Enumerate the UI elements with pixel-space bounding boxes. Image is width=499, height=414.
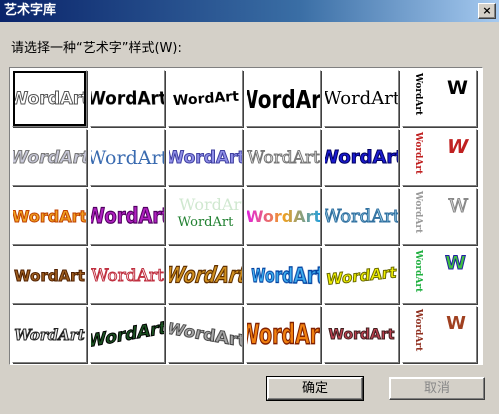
prompt-label: 请选择一种“艺术字”样式(W): bbox=[11, 41, 182, 56]
wordart-style-13[interactable]: WordArt bbox=[12, 188, 87, 245]
wordart-style-24[interactable]: WordArt W bbox=[402, 247, 477, 304]
wordart-style-14[interactable]: WordArt bbox=[90, 188, 165, 245]
wordart-style-28[interactable]: WordArt bbox=[246, 306, 321, 363]
wordart-style-1[interactable]: WordArt bbox=[12, 70, 87, 127]
wordart-style-26[interactable]: WordArt bbox=[90, 306, 165, 363]
wordart-style-22[interactable]: WordArt bbox=[246, 247, 321, 304]
style-preview: WordArt bbox=[324, 88, 399, 109]
style-preview: WordArt bbox=[14, 266, 86, 285]
close-button[interactable]: × bbox=[478, 3, 496, 19]
wordart-style-25[interactable]: WordArt bbox=[12, 306, 87, 363]
wordart-style-30[interactable]: WordArt W bbox=[402, 306, 477, 363]
wordart-style-8[interactable]: WordArt bbox=[90, 129, 165, 186]
wordart-style-18[interactable]: WordArt W bbox=[402, 188, 477, 245]
style-preview: WordArt bbox=[172, 88, 239, 109]
wordart-style-16[interactable]: WordArt bbox=[246, 188, 321, 245]
style-preview: WordArt bbox=[12, 88, 87, 109]
style-preview: WordArt bbox=[90, 146, 165, 169]
vertical-preview: WordArt bbox=[413, 250, 423, 293]
style-preview: WordArt bbox=[12, 147, 87, 168]
w-preview: W bbox=[447, 77, 468, 99]
title-bar: 艺术字库 × bbox=[0, 0, 499, 22]
style-preview: WordArt bbox=[324, 206, 399, 228]
window-title: 艺术字库 bbox=[4, 3, 57, 18]
style-preview: WordArt bbox=[12, 207, 87, 227]
style-preview: WordArt bbox=[168, 147, 243, 168]
vertical-preview: WordArt bbox=[413, 132, 423, 175]
style-preview: WordArt bbox=[247, 83, 321, 114]
wordart-style-20[interactable]: WordArt bbox=[90, 247, 165, 304]
style-preview: WordArt bbox=[251, 261, 321, 290]
wordart-style-4[interactable]: WordArt bbox=[246, 70, 321, 127]
wordart-style-12[interactable]: WordArt W bbox=[402, 129, 477, 186]
w-preview: W bbox=[444, 136, 471, 158]
wordart-gallery: WordArt WordArt WordArt WordArt WordArt … bbox=[9, 67, 483, 365]
wordart-style-21[interactable]: WordArt bbox=[168, 247, 243, 304]
style-preview: WordArt bbox=[325, 147, 398, 169]
wordart-style-3[interactable]: WordArt bbox=[168, 70, 243, 127]
style-preview: WordArt bbox=[325, 262, 398, 289]
style-preview: WordArt bbox=[91, 203, 164, 230]
wordart-style-15[interactable]: WordArt WordArt bbox=[168, 188, 243, 245]
wordart-style-23[interactable]: WordArt bbox=[324, 247, 399, 304]
style-preview: WordArt bbox=[247, 147, 320, 168]
wordart-style-5[interactable]: WordArt bbox=[324, 70, 399, 127]
style-preview: WordArt bbox=[90, 317, 165, 353]
style-preview: WordArt bbox=[328, 326, 395, 343]
vertical-preview: WordArt bbox=[413, 309, 423, 352]
wordart-style-11[interactable]: WordArt bbox=[324, 129, 399, 186]
w-preview: W bbox=[445, 252, 467, 275]
style-preview: WordArt bbox=[91, 265, 164, 286]
style-preview: WordArt bbox=[246, 207, 321, 226]
w-preview: W bbox=[448, 195, 469, 218]
wordart-style-19[interactable]: WordArt bbox=[12, 247, 87, 304]
style-preview: WordArt bbox=[247, 318, 320, 351]
style-preview: WordArt bbox=[168, 320, 243, 353]
style-preview: WordArt bbox=[177, 215, 234, 230]
vertical-preview: WordArt bbox=[413, 73, 423, 116]
wordart-style-17[interactable]: WordArt bbox=[324, 188, 399, 245]
wordart-style-10[interactable]: WordArt bbox=[246, 129, 321, 186]
wordart-style-9[interactable]: WordArt bbox=[168, 129, 243, 186]
wordart-style-27[interactable]: WordArt bbox=[168, 306, 243, 363]
style-preview: WordArt bbox=[14, 325, 85, 344]
style-preview: WordArt bbox=[168, 262, 243, 289]
wordart-style-2[interactable]: WordArt bbox=[90, 70, 165, 127]
ok-button[interactable]: 确定 bbox=[266, 376, 364, 401]
wordart-style-6[interactable]: WordArt W bbox=[402, 70, 477, 127]
vertical-preview: WordArt bbox=[413, 191, 423, 234]
style-shadow: WordArt bbox=[179, 195, 243, 214]
wordart-style-29[interactable]: WordArt bbox=[324, 306, 399, 363]
style-preview: WordArt bbox=[90, 87, 165, 110]
wordart-style-7[interactable]: WordArt bbox=[12, 129, 87, 186]
w-preview: W bbox=[446, 313, 466, 334]
cancel-button[interactable]: 取消 bbox=[389, 377, 485, 400]
close-icon: × bbox=[482, 4, 492, 17]
